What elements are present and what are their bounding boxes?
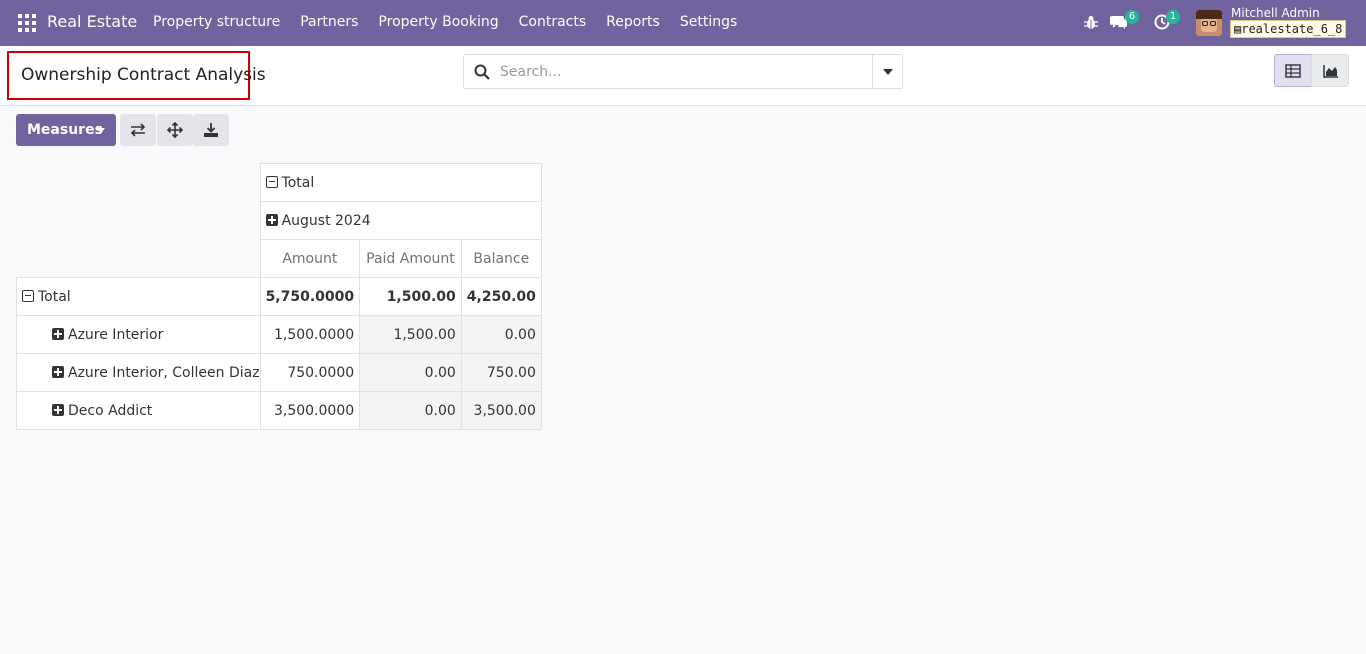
pivot-col-total-label: Total	[281, 174, 315, 191]
pivot-corner	[17, 202, 261, 240]
menu-partners[interactable]: Partners	[300, 14, 358, 30]
expand-all-button[interactable]	[157, 114, 193, 146]
messages-count-badge: 6	[1125, 10, 1139, 24]
download-icon	[204, 123, 218, 137]
measures-dropdown-button[interactable]: Measures	[16, 114, 116, 146]
page-title: Ownership Contract Analysis	[21, 65, 266, 85]
expand-all-icon	[167, 122, 183, 138]
pivot-view-button[interactable]	[1274, 54, 1312, 87]
pivot-corner	[17, 164, 261, 202]
measure-header-paid-amount[interactable]: Paid Amount	[359, 239, 462, 278]
user-avatar[interactable]	[1196, 10, 1222, 36]
collapse-icon	[265, 175, 278, 188]
download-button[interactable]	[193, 114, 229, 146]
pivot-row-header[interactable]: Azure Interior, Colleen Diaz	[16, 353, 261, 392]
pivot-cell[interactable]: 750.00	[460, 353, 542, 392]
measure-header-amount[interactable]: Amount	[259, 239, 361, 278]
pivot-cell[interactable]: 750.0000	[259, 353, 361, 392]
pivot-cell[interactable]: 5,750.0000	[259, 277, 361, 316]
area-chart-icon	[1323, 65, 1338, 78]
pivot-table: Total August 2024 Amount Paid Amount Bal…	[16, 163, 542, 430]
pivot-cell[interactable]: 0.00	[359, 391, 462, 430]
pivot-cell[interactable]: 4,250.00	[460, 277, 542, 316]
flip-axis-icon	[130, 123, 146, 137]
table-row: Deco Addict 3,500.0000 0.00 3,500.00	[16, 391, 542, 430]
pivot-row-label: Azure Interior	[68, 326, 164, 343]
graph-view-button[interactable]	[1311, 54, 1349, 87]
search-options-toggle[interactable]	[872, 55, 902, 88]
expand-icon	[265, 213, 278, 226]
menu-settings[interactable]: Settings	[680, 14, 737, 30]
measure-header-balance[interactable]: Balance	[460, 239, 542, 278]
pivot-cell[interactable]: 1,500.00	[359, 315, 462, 354]
pivot-col-total-header[interactable]: Total	[259, 163, 542, 202]
top-navbar: Real Estate Property structure Partners …	[0, 0, 1366, 46]
pivot-cell[interactable]: 0.00	[460, 315, 542, 354]
debug-bug-icon[interactable]	[1084, 15, 1098, 30]
pivot-cell[interactable]: 3,500.00	[460, 391, 542, 430]
pivot-cell[interactable]: 1,500.0000	[259, 315, 361, 354]
menu-contracts[interactable]: Contracts	[519, 14, 587, 30]
app-menu-icon[interactable]	[18, 14, 36, 32]
database-label: realestate_6_8	[1241, 22, 1343, 36]
user-name[interactable]: Mitchell Admin	[1231, 6, 1320, 20]
measures-label: Measures	[27, 122, 103, 138]
pivot-row-total-header[interactable]: Total	[16, 277, 261, 316]
pivot-col-group-label: August 2024	[281, 212, 371, 229]
menu-property-booking[interactable]: Property Booking	[378, 14, 498, 30]
chevron-down-icon	[883, 69, 893, 75]
table-row: Total 5,750.0000 1,500.00 4,250.00	[16, 277, 542, 316]
pivot-row-header[interactable]: Azure Interior	[16, 315, 261, 354]
menu-reports[interactable]: Reports	[606, 14, 660, 30]
pivot-cell[interactable]: 3,500.0000	[259, 391, 361, 430]
search-bar	[463, 54, 903, 89]
search-input[interactable]	[500, 61, 870, 83]
pivot-corner	[17, 240, 261, 278]
pivot-row-header[interactable]: Deco Addict	[16, 391, 261, 430]
search-icon	[474, 64, 490, 80]
pivot-row-label: Deco Addict	[68, 402, 153, 419]
pivot-cell[interactable]: 1,500.00	[359, 277, 462, 316]
collapse-icon	[22, 289, 34, 302]
caret-down-icon	[97, 128, 105, 133]
expand-icon	[52, 365, 64, 378]
expand-icon	[52, 327, 64, 340]
control-panel: Ownership Contract Analysis	[0, 46, 1366, 106]
title-highlight: Ownership Contract Analysis	[7, 51, 266, 100]
main-menu: Property structure Partners Property Boo…	[153, 14, 757, 30]
menu-property-structure[interactable]: Property structure	[153, 14, 280, 30]
expand-icon	[52, 403, 64, 416]
table-row: Azure Interior, Colleen Diaz 750.0000 0.…	[16, 353, 542, 392]
activities-count-badge: 1	[1166, 10, 1180, 24]
database-name: ▤realestate_6_8	[1230, 20, 1347, 38]
pivot-row-total-label: Total	[38, 288, 71, 305]
app-brand[interactable]: Real Estate	[47, 12, 137, 31]
table-row: Azure Interior 1,500.0000 1,500.00 0.00	[16, 315, 542, 354]
pivot-cell[interactable]: 0.00	[359, 353, 462, 392]
flip-axis-button[interactable]	[120, 114, 156, 146]
table-icon	[1285, 64, 1301, 78]
pivot-col-group-header[interactable]: August 2024	[259, 201, 542, 240]
pivot-row-label: Azure Interior, Colleen Diaz	[68, 364, 260, 381]
